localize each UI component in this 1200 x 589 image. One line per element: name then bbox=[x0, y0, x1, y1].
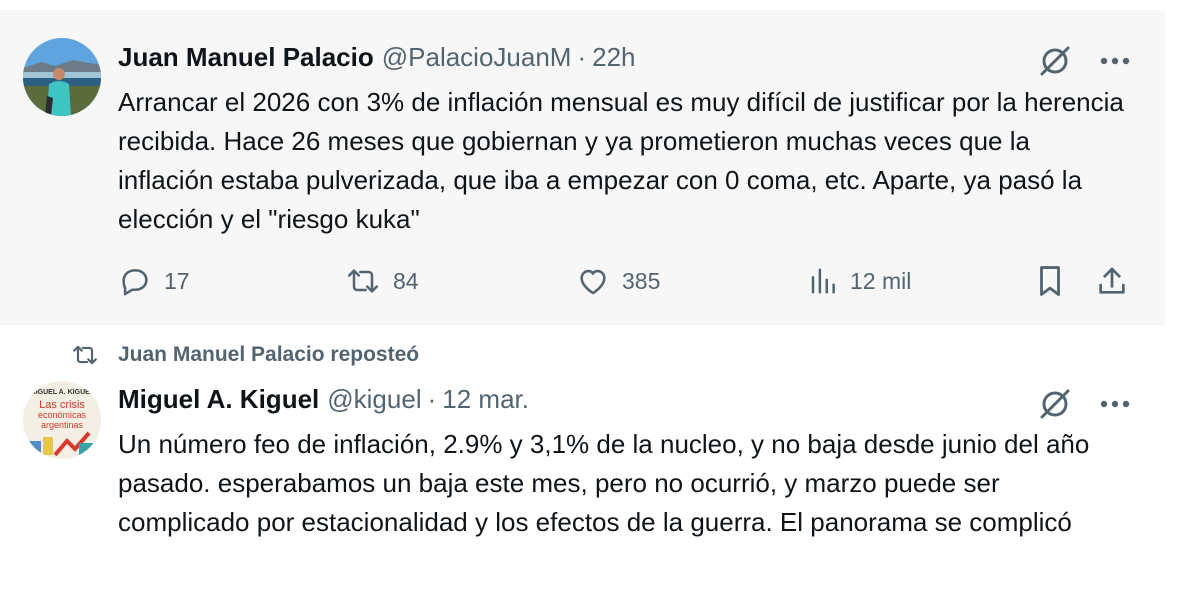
avatar-photo-icon bbox=[23, 38, 101, 116]
tweet-header-actions bbox=[1035, 386, 1135, 422]
more-icon[interactable] bbox=[1095, 386, 1135, 422]
bookmark-icon bbox=[1040, 266, 1060, 296]
tweet-text: Un número feo de inflación, 2.9% y 3,1% … bbox=[118, 429, 1090, 537]
tweet-text: Arrancar el 2026 con 3% de inflación men… bbox=[118, 87, 1124, 234]
repost-icon bbox=[73, 345, 97, 365]
avatar[interactable] bbox=[23, 38, 101, 116]
like-count: 385 bbox=[622, 267, 661, 294]
reply-button[interactable]: 17 bbox=[118, 261, 190, 301]
previous-tweet-edge bbox=[0, 0, 1165, 12]
tweet-header-actions bbox=[1035, 43, 1135, 79]
logo-title-2: económicas bbox=[38, 410, 87, 420]
author-name[interactable]: Juan Manuel Palacio bbox=[118, 42, 374, 73]
author-name[interactable]: Miguel A. Kiguel bbox=[118, 384, 319, 415]
logo-title-3: argentinas bbox=[41, 420, 84, 430]
repost-banner[interactable]: Juan Manuel Palacio reposteó bbox=[70, 342, 419, 368]
bookmark-button[interactable] bbox=[1035, 261, 1065, 301]
tweet-time[interactable]: 22h bbox=[592, 42, 635, 73]
grok-icon[interactable] bbox=[1035, 43, 1075, 79]
repost-count: 84 bbox=[393, 267, 419, 294]
views-icon bbox=[811, 268, 835, 294]
tweet-palacio[interactable]: Juan Manuel Palacio @PalacioJuanM · 22h … bbox=[0, 13, 1165, 325]
grok-icon[interactable] bbox=[1035, 386, 1075, 422]
tweet-header: Miguel A. Kiguel @kiguel · 12 mar. bbox=[118, 384, 529, 415]
tweet-action-bar: 17 84 385 12 mil bbox=[118, 261, 1133, 301]
separator: · bbox=[577, 42, 587, 72]
repost-banner-text: Juan Manuel Palacio reposteó bbox=[118, 343, 420, 366]
more-icon[interactable] bbox=[1095, 43, 1135, 79]
book-cover-avatar-icon: MIGUEL A. KIGUEL Las crisis económicas a… bbox=[23, 381, 101, 459]
author-handle[interactable]: @kiguel bbox=[327, 384, 421, 415]
share-button[interactable] bbox=[1096, 261, 1128, 301]
views-button[interactable]: 12 mil bbox=[808, 261, 911, 301]
tweet-kiguel[interactable]: Juan Manuel Palacio reposteó MIGUEL A. K… bbox=[0, 326, 1165, 589]
avatar[interactable]: MIGUEL A. KIGUEL Las crisis económicas a… bbox=[23, 381, 101, 459]
repost-icon bbox=[347, 269, 379, 293]
separator: · bbox=[427, 384, 437, 414]
author-handle[interactable]: @PalacioJuanM bbox=[382, 42, 572, 73]
share-icon bbox=[1099, 267, 1125, 294]
reply-count: 17 bbox=[164, 267, 190, 294]
views-count: 12 mil bbox=[850, 267, 912, 294]
tweet-time[interactable]: 12 mar. bbox=[442, 384, 529, 415]
timeline-feed: Juan Manuel Palacio @PalacioJuanM · 22h … bbox=[0, 0, 1165, 589]
tweet-header: Juan Manuel Palacio @PalacioJuanM · 22h bbox=[118, 42, 636, 73]
reply-icon bbox=[122, 269, 148, 296]
like-icon bbox=[580, 269, 606, 295]
repost-button[interactable]: 84 bbox=[345, 261, 419, 301]
like-button[interactable]: 385 bbox=[576, 261, 660, 301]
logo-author-text: MIGUEL A. KIGUEL bbox=[30, 389, 95, 396]
